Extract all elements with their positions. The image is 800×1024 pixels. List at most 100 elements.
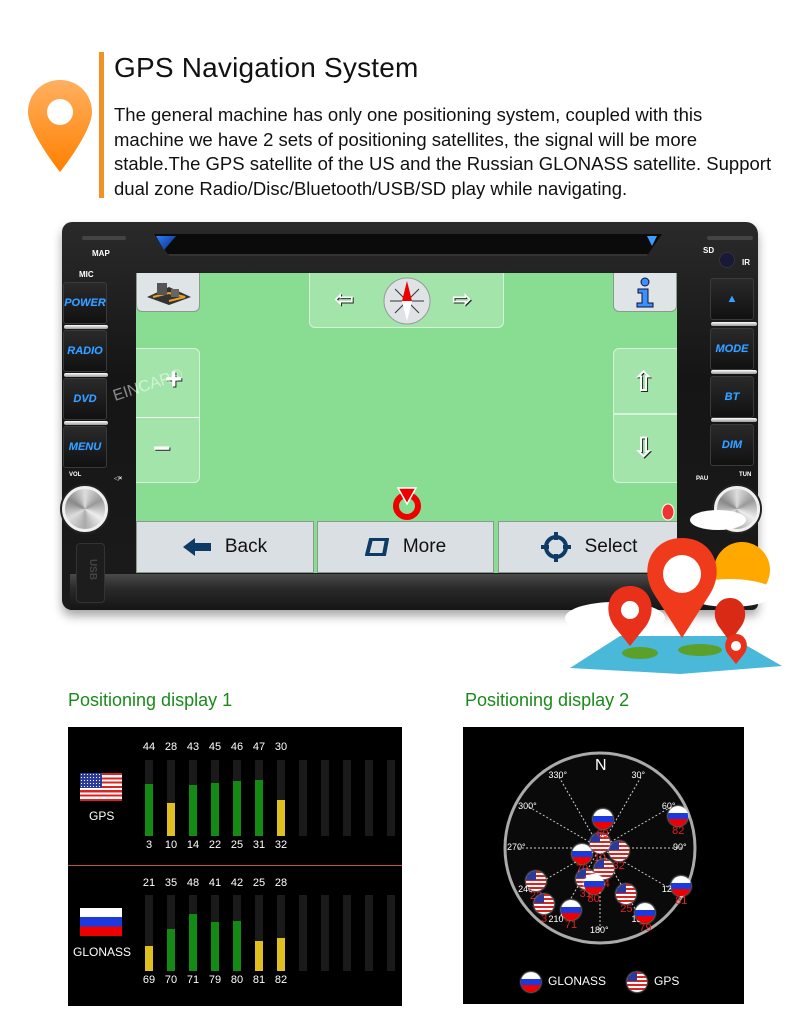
glonass-signal-bar-track	[343, 895, 351, 971]
glonass-snr-value: 35	[164, 877, 178, 889]
gps-snr-value: 44	[142, 741, 156, 753]
satellite-id: 69	[596, 827, 609, 840]
degree-label: 330°	[548, 770, 568, 781]
glonass-signal-bar-track	[211, 895, 219, 971]
glonass-satellite-id: 71	[186, 974, 200, 986]
button-separator	[711, 322, 757, 326]
button-separator	[64, 325, 108, 329]
legend-gps-icon	[627, 972, 647, 992]
gps-signal-bar	[167, 803, 175, 836]
gps-signal-bar-track	[189, 760, 197, 836]
divider	[68, 865, 402, 866]
display2-label: Positioning display 2	[465, 690, 630, 710]
3d-view-button[interactable]	[136, 273, 200, 312]
glonass-snr-value: 42	[230, 877, 244, 889]
gps-snr-value: 45	[208, 741, 222, 753]
cloud-icon	[690, 510, 746, 530]
glonass-satellite-id: 82	[274, 974, 288, 986]
more-button[interactable]: More	[317, 521, 494, 573]
radio-button[interactable]: RADIO	[63, 330, 107, 372]
north-label: N	[595, 757, 607, 774]
gps-signal-bar-track	[321, 760, 329, 836]
usb-port-cover[interactable]: USB	[76, 543, 105, 603]
glonass-satellite-id: 81	[252, 974, 266, 986]
legend-gps-label: GPS	[654, 974, 680, 988]
description: The general machine has only one positio…	[114, 104, 772, 199]
gps-signal-bar	[277, 800, 285, 836]
legend-glonass-icon	[521, 972, 541, 992]
ir-label: IR	[742, 258, 750, 267]
gps-signal-bar-track	[299, 760, 307, 836]
degree-label: 300°	[518, 800, 537, 811]
ir-sensor	[719, 252, 735, 268]
pan-down-button[interactable]: ⇩	[613, 414, 677, 483]
menu-button[interactable]: MENU	[63, 426, 107, 468]
gps-label: GPS	[89, 809, 115, 823]
page-title: GPS Navigation System	[114, 52, 419, 83]
glonass-satellite-id: 69	[142, 974, 156, 986]
gps-signal-bar	[255, 780, 263, 836]
mute-label: ◁×	[114, 476, 123, 482]
gps-snr-value: 30	[274, 741, 288, 753]
pau-label: PAU	[696, 476, 709, 482]
gps-signal-bar-track	[277, 760, 285, 836]
degree-label: 90°	[673, 842, 687, 852]
gps-satellite-id: 22	[208, 839, 222, 851]
satellite-id: 82	[672, 825, 685, 838]
satellite-id: 71	[564, 919, 578, 932]
rotate-right-button[interactable]: ⇨	[452, 285, 472, 314]
vol-label: VOL	[69, 472, 82, 478]
gps-signal-bar-track	[233, 760, 241, 836]
russia-flag-icon	[80, 908, 122, 936]
glonass-signal-bar-track	[299, 895, 307, 971]
more-icon	[364, 538, 389, 556]
rotate-left-button[interactable]: ⇦	[334, 285, 354, 314]
power-button[interactable]: POWER	[63, 282, 107, 324]
gps-snr-value: 28	[164, 741, 178, 753]
glonass-satellite-marker	[592, 808, 613, 829]
glonass-snr-value: 48	[186, 877, 200, 889]
glonass-satellite-id: 80	[230, 974, 244, 986]
mode-button[interactable]: MODE	[710, 328, 754, 370]
gps-satellite-id: 32	[274, 839, 288, 851]
display1-label: Positioning display 1	[68, 690, 233, 710]
dvd-button[interactable]: DVD	[63, 378, 107, 420]
back-arrow-icon	[182, 538, 211, 556]
button-separator	[711, 418, 757, 422]
compass-icon[interactable]	[382, 276, 432, 326]
gps-signal-bar-track	[387, 760, 395, 836]
sky-view-panel: GLONASS GPS 330°30°300°60°270°90°240°120…	[463, 727, 744, 1004]
world-map-icon	[570, 636, 782, 674]
gps-snr-value: 46	[230, 741, 244, 753]
glonass-signal-bar-track	[145, 895, 153, 971]
glonass-snr-value: 41	[208, 877, 222, 889]
gps-satellite-marker	[608, 841, 629, 862]
button-separator	[711, 370, 757, 374]
back-button[interactable]: Back	[136, 521, 314, 573]
gps-satellite-marker	[616, 883, 637, 904]
dim-button[interactable]: DIM	[710, 424, 754, 466]
sd-slot	[707, 236, 753, 240]
pan-up-button[interactable]: ⇧	[613, 348, 677, 414]
mic-label: MIC	[79, 270, 94, 279]
satellite-id: 3	[540, 912, 548, 925]
glonass-signal-bar	[145, 946, 153, 971]
us-flag-icon	[80, 773, 122, 801]
balloon-icon	[661, 503, 675, 521]
eject-button[interactable]: ▲	[710, 278, 754, 320]
satellite-id: 80	[587, 893, 600, 906]
satellite-id: 81	[675, 894, 688, 907]
volume-knob[interactable]	[62, 486, 108, 532]
glonass-satellite-id: 79	[208, 974, 222, 986]
gps-satellite-id: 3	[145, 839, 153, 851]
degree-label: 270°	[507, 842, 526, 852]
current-position-marker	[393, 487, 421, 520]
info-button[interactable]	[613, 273, 677, 312]
gps-signal-bar-track	[167, 760, 175, 836]
gps-snr-value: 43	[186, 741, 200, 753]
zoom-out-button[interactable]: −	[136, 417, 200, 483]
glonass-signal-bar-track	[277, 895, 285, 971]
bt-button[interactable]: BT	[710, 376, 754, 418]
gps-signal-bar	[233, 781, 241, 836]
gps-signal-bar-track	[255, 760, 263, 836]
